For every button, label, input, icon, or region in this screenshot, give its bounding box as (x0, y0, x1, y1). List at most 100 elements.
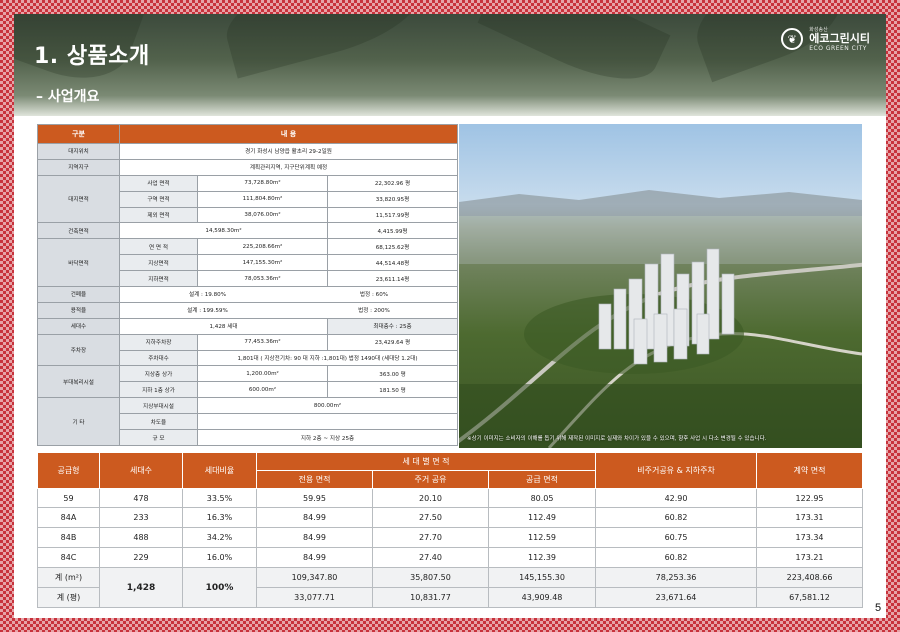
cell-common: 27.50 (372, 507, 489, 529)
cell-units: 233 (99, 507, 183, 529)
complex-aerial-rendering: ※상기 이미지는 소비자의 이해를 돕기 위해 제작된 이미지로 실제와 차이가… (459, 124, 862, 448)
sub-label: 제외 면적 (119, 206, 198, 224)
cell-m2: 73,728.80m² (197, 174, 328, 192)
cell-ratio: 33.5% (182, 487, 257, 509)
cell-supply: 112.49 (487, 507, 597, 529)
cell-units: 229 (99, 547, 183, 569)
table-header-category: 구분 (37, 124, 120, 144)
cell-type: 84C (37, 547, 100, 569)
total-label: 계 (m²) (37, 567, 100, 589)
cell-common: 35,807.50 (372, 567, 489, 589)
table-row: 건폐율 설계 : 19.80% 법정 : 60% (37, 286, 459, 303)
row-value: 계획관리지역, 지구단위계획 예정 (118, 158, 459, 176)
aerial-view-illustration (459, 190, 862, 448)
logo-subtext: ECO GREEN CITY (809, 45, 867, 52)
cell-exclusive: 84.99 (256, 527, 373, 549)
cell-exclusive: 84.99 (256, 507, 373, 529)
total-label: 계 (평) (37, 587, 100, 608)
cell-non-residential: 60.82 (595, 547, 758, 569)
max-floors: 최대층수 : 25층 (326, 317, 459, 335)
header-area-group: 세 대 별 면 적 (255, 452, 597, 471)
cell-contract: 67,581.12 (756, 587, 864, 608)
cell-contract: 173.31 (756, 507, 864, 529)
cell-ratio: 16.0% (182, 547, 257, 569)
cell-common: 10,831.77 (372, 587, 489, 608)
row-label: 바닥면적 (37, 238, 120, 287)
sub-label: 규 모 (119, 429, 198, 446)
row-value: 지하 2층 ~ 지상 25층 (196, 429, 459, 446)
header-contract: 계약 면적 (756, 452, 864, 489)
cell-non-residential: 42.90 (595, 487, 758, 509)
cell-py: 23,611.14평 (326, 270, 459, 287)
table-row: 기 타 지상부대시설 800.00m² (37, 397, 459, 446)
page-title: 1. 상품소개 (34, 44, 150, 69)
design-label: 설계 : (188, 292, 203, 299)
table-row: 세대수 1,428 세대 최대층수 : 25층 (37, 317, 459, 335)
cell-contract: 223,408.66 (756, 567, 864, 589)
row-label: 부대복리시설 (37, 365, 120, 399)
cell-non-residential: 23,671.64 (595, 587, 758, 608)
sub-label: 지상층 상가 (119, 365, 198, 383)
sub-label: 지하 1층 상가 (119, 381, 198, 399)
row-label: 건축면적 (37, 222, 120, 240)
header-exclusive: 전용 면적 (256, 469, 373, 489)
table-row: 84B 488 34.2% 84.99 27.70 112.59 60.75 1… (37, 527, 864, 549)
cell-units: 488 (99, 527, 183, 549)
palm-leaf-decoration (217, 14, 431, 79)
cell-supply: 112.39 (487, 547, 597, 569)
design-label: 설계 : (187, 308, 202, 315)
coverage-values: 설계 : 19.80% 법정 : 60% (118, 286, 459, 303)
cell-common: 20.10 (372, 487, 489, 509)
legal-value: 60% (375, 292, 389, 299)
brand-logo: ❦ 화성송산 에코그린시티 ECO GREEN CITY (781, 26, 870, 52)
logo-name: 에코그린시티 (809, 32, 870, 45)
cell-common: 27.70 (372, 527, 489, 549)
row-value (196, 413, 459, 431)
cell-type: 84B (37, 527, 100, 549)
sub-label: 사업 면적 (119, 174, 198, 192)
row-value: 800.00m² (196, 397, 459, 415)
sub-label: 연 면 적 (119, 238, 198, 256)
sub-label: 지상부대시설 (119, 397, 198, 415)
sub-label: 지하주차장 (119, 333, 198, 351)
table-row: 건축면적 14,598.30m² 4,415.99평 (37, 222, 459, 240)
sub-label: 지상면적 (119, 254, 198, 272)
cell-m2: 225,208.66m² (197, 238, 328, 256)
sub-label: 지하면적 (119, 270, 198, 287)
table-row: 주차장 지하주차장 77,453.36m² 23,429.64 평 (37, 333, 459, 367)
legal-label: 법정 : (358, 308, 373, 315)
design-value: 19.80% (204, 292, 227, 299)
row-label: 건폐율 (37, 286, 120, 303)
cell-exclusive: 33,077.71 (256, 587, 373, 608)
row-label: 용적율 (37, 301, 120, 319)
header-common: 주거 공유 (372, 469, 489, 489)
legal-value: 200% (373, 308, 390, 315)
cell-py: 44,514.48평 (326, 254, 459, 272)
cell-exclusive: 84.99 (256, 547, 373, 569)
cell-supply: 43,909.48 (487, 587, 597, 608)
table-row: 부대복리시설 지상층 상가 1,200.00m² 363.00 평 (37, 365, 459, 399)
row-label: 세대수 (37, 317, 120, 335)
cell-type: 59 (37, 487, 100, 509)
cell-py: 22,302.96 평 (326, 174, 459, 192)
cell-type: 84A (37, 507, 100, 529)
total-ratio: 100% (182, 567, 257, 608)
cell-contract: 173.21 (756, 547, 864, 569)
cell-non-residential: 60.75 (595, 527, 758, 549)
cell-supply: 80.05 (487, 487, 597, 509)
legal-label: 법정 : (359, 292, 374, 299)
total-units: 1,428 (99, 567, 183, 608)
palm-leaf-decoration (477, 14, 671, 99)
cell-common: 27.40 (372, 547, 489, 569)
slide-page: 1. 상품소개 – 사업개요 ❦ 화성송산 에코그린시티 ECO GREEN C… (14, 14, 886, 618)
row-label: 주차장 (37, 333, 120, 367)
header-non-residential: 비주거공유 & 지하주차 (595, 452, 758, 489)
cell-py: 181.50 평 (326, 381, 459, 399)
cell-contract: 173.34 (756, 527, 864, 549)
cell-supply: 112.59 (487, 527, 597, 549)
total-row-m2: 계 (m²) 1,428 100% 109,347.80 35,807.50 1… (37, 567, 864, 608)
table-row: 바닥면적 연 면 적 225,208.66m² 68,125.62평 (37, 238, 459, 287)
image-disclaimer: ※상기 이미지는 소비자의 이해를 돕기 위해 제작된 이미지로 실제와 차이가… (467, 436, 767, 442)
cell-py: 33,820.95평 (326, 190, 459, 208)
sub-label: 구역 면적 (119, 190, 198, 208)
